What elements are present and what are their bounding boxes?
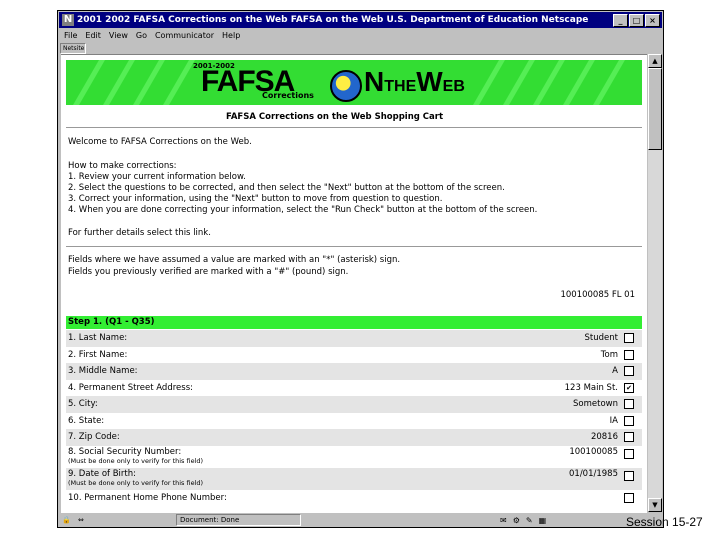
select-checkbox[interactable] (624, 366, 634, 376)
netscape-icon[interactable]: N (62, 14, 74, 26)
question-row: 2. First Name: Tom (66, 347, 642, 364)
globe-icon (330, 70, 362, 102)
step-header: Step 1. (Q1 - Q35) (66, 316, 642, 329)
navigator-icon[interactable]: ⚙ (513, 515, 520, 527)
component-bar-icon[interactable]: ✉ (500, 515, 507, 527)
question-row: 5. City: Sometown (66, 396, 642, 413)
slide-number: Session 15-27 (626, 515, 703, 529)
browser-window: N 2001 2002 FAFSA Corrections on the Web… (57, 10, 664, 528)
maximize-button[interactable]: □ (629, 14, 644, 27)
verified-note: Fields you previously verified are marke… (68, 267, 349, 277)
menu-bar: File Edit View Go Communicator Help (60, 29, 240, 42)
question-row: 8. Social Security Number: (Must be done … (66, 446, 642, 468)
question-row: 6. State: IA (66, 413, 642, 430)
menu-communicator[interactable]: Communicator (155, 29, 214, 42)
fafsa-banner: 2001-2002 FAFSA Corrections NTHEWEB (66, 60, 642, 105)
status-bar: 🔒 ⇔ Document: Done ✉ ⚙ ✎ ▦ (60, 514, 661, 526)
minimize-button[interactable]: _ (613, 14, 628, 27)
menu-help[interactable]: Help (222, 29, 240, 42)
menu-view[interactable]: View (109, 29, 128, 42)
select-checkbox[interactable] (624, 349, 634, 360)
question-row: 9. Date of Birth: (Must be done only to v… (66, 467, 642, 490)
howto-step-1: 1. Review your current information below… (68, 172, 246, 182)
vertical-scrollbar[interactable]: ▲ ▼ (648, 54, 662, 512)
assumed-note: Fields where we have assumed a value are… (68, 255, 401, 265)
select-checkbox-checked[interactable]: ✔ (624, 382, 634, 393)
select-checkbox[interactable] (624, 399, 634, 409)
question-row: 1. Last Name: Student (66, 330, 642, 347)
page-content: 2001-2002 FAFSA Corrections NTHEWEB FAFS… (61, 54, 647, 513)
question-row: 3. Middle Name: A (66, 363, 642, 380)
howto-step-4: 4. When you are done correcting your inf… (68, 205, 538, 215)
reference-number: 100100085 FL 01 (560, 290, 635, 300)
title-bar: N 2001 2002 FAFSA Corrections on the Web… (59, 12, 662, 28)
security-lock-icon[interactable]: 🔒 (62, 514, 71, 526)
select-checkbox[interactable] (624, 470, 634, 481)
select-checkbox[interactable] (624, 333, 634, 343)
select-checkbox[interactable] (624, 432, 634, 442)
banner-corrections: Corrections (262, 91, 314, 100)
connection-icon: ⇔ (78, 516, 84, 524)
composer-icon[interactable]: ▦ (539, 515, 547, 527)
select-checkbox[interactable] (624, 415, 634, 426)
close-button[interactable]: × (645, 14, 660, 27)
question-list: 1. Last Name: Student 2. First Name: Tom 3… (66, 330, 642, 506)
status-text: Document: Done (176, 514, 301, 526)
menu-go[interactable]: Go (136, 29, 147, 42)
select-checkbox[interactable] (624, 492, 634, 503)
question-row: 7. Zip Code: 20816 (66, 429, 642, 446)
howto-step-3: 3. Correct your information, using the "… (68, 194, 443, 204)
scroll-thumb[interactable] (648, 68, 662, 150)
banner-on-the-web: NTHEWEB (364, 66, 465, 97)
menu-file[interactable]: File (64, 29, 77, 42)
welcome-text: Welcome to FAFSA Corrections on the Web. (68, 137, 252, 147)
question-row: 10. Permanent Home Phone Number: (66, 490, 642, 507)
details-link[interactable]: For further details select this link. (68, 228, 211, 238)
select-checkbox[interactable] (624, 448, 634, 459)
scroll-up-icon[interactable]: ▲ (648, 54, 662, 68)
menu-edit[interactable]: Edit (85, 29, 101, 42)
howto-title: How to make corrections: (68, 161, 177, 171)
mail-icon[interactable]: ✎ (526, 515, 533, 527)
scroll-down-icon[interactable]: ▼ (648, 498, 662, 512)
window-title: 2001 2002 FAFSA Corrections on the Web F… (77, 15, 589, 25)
location-toolbar[interactable]: Netsite (60, 43, 86, 54)
question-row: 4. Permanent Street Address: 123 Main St.… (66, 380, 642, 397)
page-title: FAFSA Corrections on the Web Shopping Ca… (226, 112, 444, 122)
howto-step-2: 2. Select the questions to be corrected,… (68, 183, 505, 193)
